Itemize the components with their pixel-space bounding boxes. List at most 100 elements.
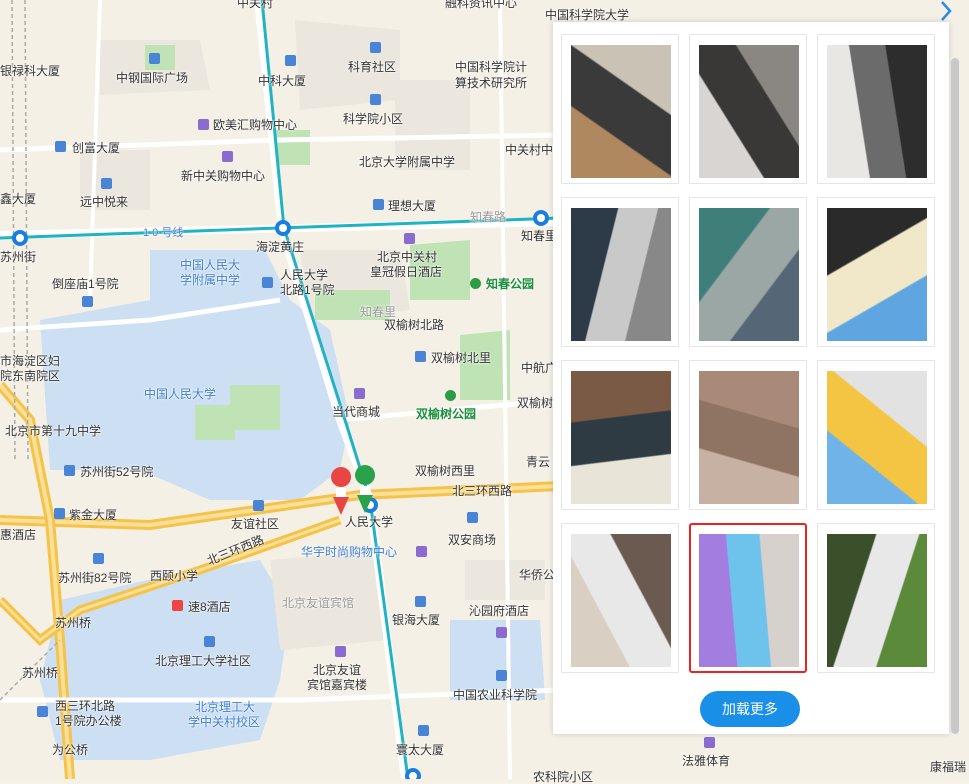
label-oumei: 欧美汇购物中心 [213, 118, 298, 132]
label-daozuomiao: 倒座庙1号院 [52, 277, 119, 291]
label-haidianhuangzhuang: 海淀黄庄 [256, 240, 305, 254]
photo-thumbnail[interactable] [817, 34, 935, 184]
building-icon [467, 512, 478, 523]
label-youyi-jia2: 宾馆嘉宾楼 [307, 678, 368, 692]
building-icon [418, 725, 429, 736]
label-yuanzhongyuelai: 远中悦来 [80, 195, 129, 209]
building-icon [54, 508, 65, 519]
photo-thumbnail[interactable] [689, 34, 807, 184]
photo-thumbnail[interactable] [689, 360, 807, 510]
building-icon [204, 636, 215, 647]
photo-thumbnail[interactable] [561, 523, 679, 673]
building-icon [149, 53, 160, 64]
label-xisanhuan1: 西三环北路 [55, 699, 116, 713]
label-fayatiyu: 法雅体育 [682, 754, 731, 768]
photo-panel: 加载更多 [553, 22, 949, 734]
label-keyu: 科育社区 [348, 60, 397, 74]
photo-thumbnail[interactable] [817, 197, 935, 347]
label-xidiao: 西颐小学 [150, 569, 199, 583]
shopping-icon [704, 737, 715, 748]
shopping-icon [198, 119, 209, 130]
label-zhonggang: 中钢国际广场 [116, 71, 189, 85]
photo-cable-keyboard [571, 534, 671, 667]
label-zhongke: 中科大厦 [258, 74, 307, 88]
label-renda-bl1: 人民大学 [280, 268, 329, 282]
label-shuangyushu-bl: 双榆树北路 [384, 318, 445, 332]
label-kexueyuan-xq: 科学院小区 [343, 112, 404, 126]
label-shuangyushu-x: 双榆树 [517, 396, 554, 410]
scrollbar-thumb[interactable] [951, 58, 959, 734]
photo-teal-blur [699, 208, 799, 341]
label-zhichunli-station: 知春里 [521, 229, 558, 243]
label-zhichun-park: 知春公园 [486, 277, 535, 291]
shopping-icon [222, 151, 233, 162]
label-zijin: 紫金大厦 [69, 508, 118, 522]
label-suzhoujie: 苏州街 [0, 250, 37, 264]
label-renda-bl2: 北路1号院 [280, 283, 335, 297]
label-hotel2: 皇冠假日酒店 [370, 265, 443, 279]
photo-color-keyboard [827, 208, 927, 341]
label-suzhouqiao2: 苏州桥 [22, 666, 59, 680]
photo-thumbnail[interactable] [689, 197, 807, 347]
label-huayu: 华宇时尚购物中心 [301, 545, 398, 559]
label-beijing19: 北京市第十九中学 [5, 424, 102, 438]
hotel-icon [404, 233, 415, 244]
photo-thumbnail[interactable] [689, 523, 807, 673]
label-fuyou2: 院东南院区 [0, 369, 61, 383]
label-qinyuanfu: 沁园府酒店 [469, 604, 530, 618]
label-chuangfu: 创富大厦 [72, 141, 121, 155]
building-icon [415, 351, 426, 362]
label-hotel1: 北京中关村 [377, 250, 438, 264]
photo-monitor-cable [571, 208, 671, 341]
photo-laptop-screen [827, 45, 927, 178]
label-renda-fuzhong2: 学附属中学 [180, 273, 241, 287]
label-renda-station: 人民大学 [345, 515, 394, 529]
hotel-icon [335, 646, 346, 657]
photo-thumbnail[interactable] [817, 360, 935, 510]
label-dangdai: 当代商城 [332, 405, 381, 419]
label-xisanhuan2: 1号院办公楼 [55, 714, 122, 728]
photo-plant-desk [827, 534, 927, 667]
load-more-button[interactable]: 加载更多 [700, 691, 800, 727]
label-zhongguancun: 中关村 [237, 0, 274, 10]
building-icon [370, 42, 381, 53]
scrollbar[interactable] [951, 58, 959, 734]
label-nongke-bottom: 农科院小区 [533, 770, 594, 784]
label-youyi-jia1: 北京友谊 [313, 663, 362, 677]
photo-desk-screen [571, 371, 671, 504]
photo-thumbnail[interactable] [561, 197, 679, 347]
label-jinglv: 银禄科大厦 [0, 64, 61, 78]
building-icon [55, 141, 66, 152]
photo-thumbnail[interactable] [561, 360, 679, 510]
photo-thumbnail[interactable] [561, 34, 679, 184]
label-yinhai: 银海大厦 [392, 613, 441, 627]
park-icon [445, 390, 456, 401]
label-zhongguancun-zhong: 中关村中 [505, 143, 554, 157]
photo-laptop-keys [827, 371, 927, 504]
label-beida-fuzhong: 北京大学附属中学 [359, 155, 456, 169]
photo-laptop-desk [571, 45, 671, 178]
label-shuangyushu-xili: 双榆树西里 [415, 464, 476, 478]
label-youyi-sq: 友谊社区 [231, 517, 280, 531]
hotel-icon [496, 627, 507, 638]
label-shuangan: 双安商场 [448, 533, 497, 547]
label-beisanhuan: 北三环西路 [452, 484, 513, 498]
label-su8: 速8酒店 [188, 600, 231, 614]
label-jiudian-left: 惠酒店 [0, 528, 37, 542]
chevron-right-icon[interactable] [936, 0, 956, 22]
photo-skin-closeup [699, 371, 799, 504]
photo-thumbnail[interactable] [817, 523, 935, 673]
building-icon [101, 178, 112, 189]
building-icon [496, 670, 507, 681]
building-icon [262, 277, 273, 288]
label-kangruiqi: 康福瑞 [930, 760, 967, 774]
label-jisuan2: 算技术研究所 [455, 76, 528, 90]
label-ligong2: 学中关村校区 [188, 715, 261, 729]
label-youyi-binguan: 北京友谊宾馆 [282, 596, 355, 610]
label-huaqiao: 华侨公 [519, 568, 556, 582]
label-ligong1: 北京理工大 [195, 700, 256, 714]
building-icon [373, 199, 384, 210]
label-jisuan1: 中国科学院计 [455, 60, 528, 74]
building-icon [253, 500, 264, 511]
label-fuyou1: 市海淀区妇 [0, 354, 61, 368]
